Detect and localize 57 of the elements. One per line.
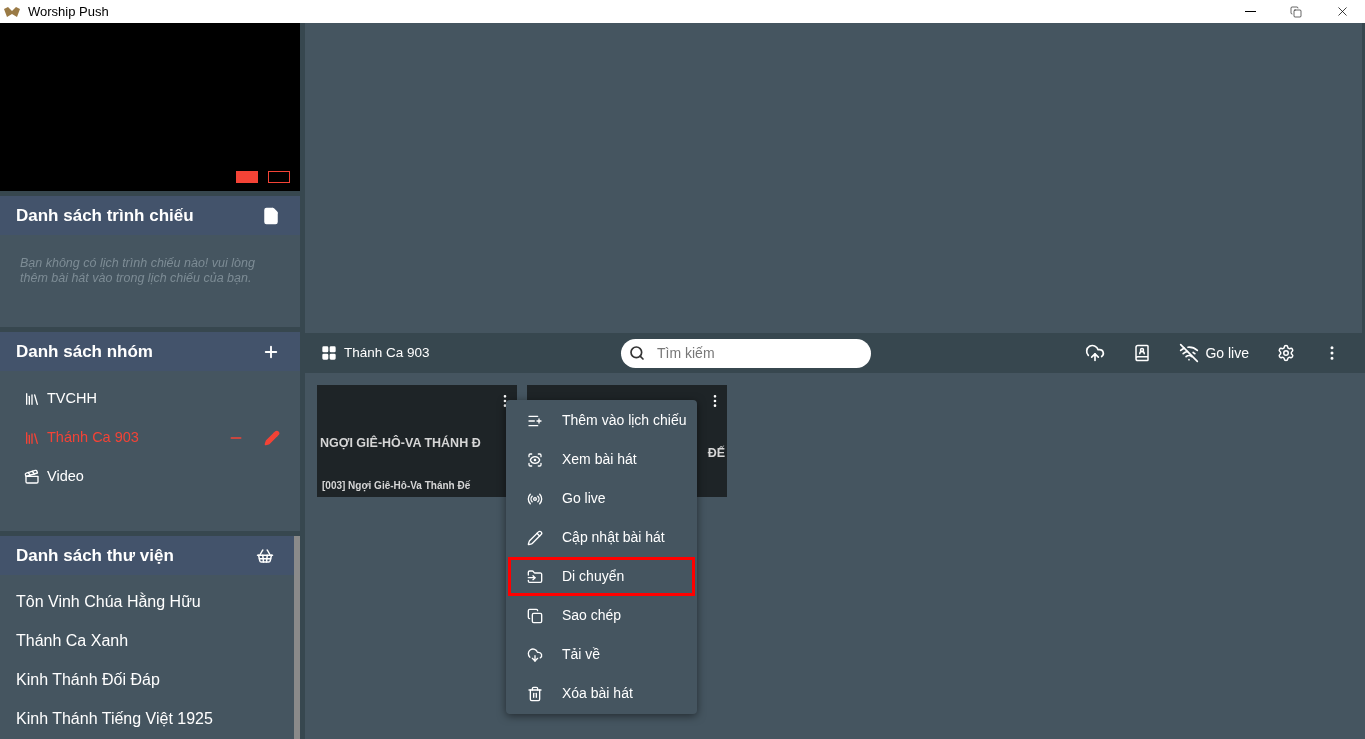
- screen-toggle-icon[interactable]: [236, 171, 258, 183]
- clapperboard-icon: [24, 468, 40, 485]
- group-item[interactable]: TVCHH: [0, 379, 300, 418]
- group-name: Thánh Ca 903: [344, 343, 431, 362]
- menu-label: Go live: [562, 489, 606, 508]
- library-item[interactable]: Kinh Thánh Đối Đáp: [0, 660, 294, 699]
- panel-title: Danh sách trình chiếu: [16, 204, 194, 227]
- card-caption: [003] Ngợi Giê-Hô-Va Thánh Đế: [321, 479, 472, 494]
- menu-label: Tải về: [562, 645, 601, 664]
- window-title: Worship Push: [28, 2, 109, 21]
- panel-title: Danh sách nhóm: [16, 340, 153, 363]
- eye-icon: [527, 451, 543, 468]
- song-card[interactable]: NGỢI GIÊ-HÔ-VA THÁNH Đ [003] Ngợi Giê-Hô-Va Thánh Đế: [317, 385, 517, 497]
- group-item[interactable]: Video: [0, 457, 300, 496]
- signal-off-icon: [1179, 343, 1200, 363]
- settings-icon[interactable]: [1277, 344, 1295, 362]
- scrollbar[interactable]: [294, 536, 300, 739]
- restore-icon: [1290, 5, 1302, 18]
- library-icon: [24, 390, 40, 407]
- group-label: Video: [47, 466, 84, 486]
- library-item[interactable]: Tôn Vinh Chúa Hằng Hữu: [0, 582, 294, 621]
- panel-title: Danh sách thư viện: [16, 544, 174, 567]
- card-title: NGỢI GIÊ-HÔ-VA THÁNH Đ: [320, 434, 481, 453]
- menu-label: Xóa bài hát: [562, 684, 633, 703]
- basket-icon[interactable]: [256, 546, 274, 565]
- search-input[interactable]: Tìm kiếm: [657, 342, 863, 364]
- library-item[interactable]: Kinh Thánh Tiếng Việt 1925: [0, 699, 294, 738]
- trash-icon: [527, 685, 543, 702]
- logo-icon: [4, 6, 20, 17]
- grid-icon: [321, 345, 337, 361]
- menu-label: Cập nhật bài hát: [562, 528, 665, 547]
- contact-book-icon[interactable]: [1133, 344, 1152, 362]
- screen-toggle-icon[interactable]: [268, 171, 290, 183]
- menu-label: Sao chép: [562, 606, 622, 625]
- menu-item[interactable]: Cập nhật bài hát: [508, 518, 695, 557]
- file-icon[interactable]: [262, 206, 280, 225]
- menu-label: Di chuyển: [562, 567, 625, 586]
- menu-item[interactable]: Sao chép: [508, 596, 695, 635]
- group-label: Thánh Ca 903: [47, 427, 139, 447]
- library-item[interactable]: Thánh Ca Xanh: [0, 621, 294, 660]
- card-title: ĐẾ: [707, 444, 725, 462]
- cloud-upload-icon[interactable]: [1085, 343, 1106, 363]
- menu-label: Thêm vào lịch chiếu: [562, 411, 687, 430]
- library-icon: [24, 429, 40, 446]
- menu-item[interactable]: Xóa bài hát: [508, 674, 695, 713]
- go-live-button[interactable]: Go live: [1179, 342, 1249, 364]
- cloud-download-icon: [527, 646, 543, 663]
- copy-icon: [527, 607, 543, 624]
- pencil-icon: [527, 529, 543, 546]
- search-field[interactable]: Tìm kiếm: [621, 338, 871, 368]
- search-icon: [629, 345, 645, 361]
- menu-item[interactable]: Tải về: [508, 635, 695, 674]
- menu-item[interactable]: Di chuyển: [508, 557, 695, 596]
- folder-arrow-icon: [527, 568, 543, 585]
- minimize-icon: [1244, 11, 1256, 12]
- group-label: TVCHH: [47, 388, 97, 408]
- menu-label: Xem bài hát: [562, 450, 637, 469]
